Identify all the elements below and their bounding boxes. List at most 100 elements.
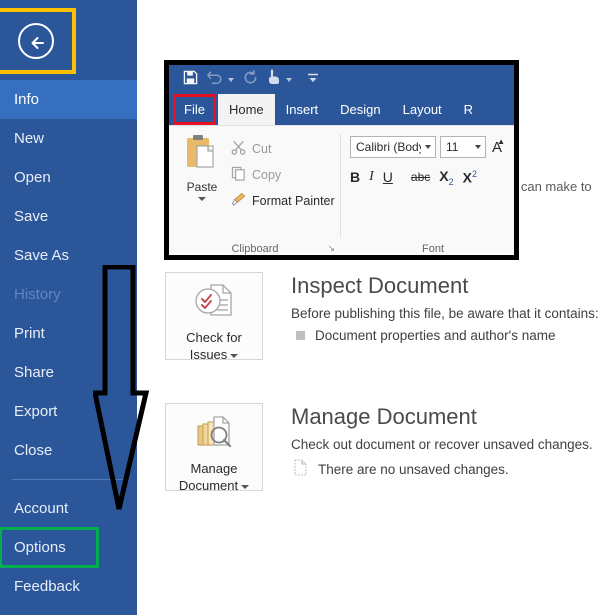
sidebar-item-label: Save — [14, 208, 49, 225]
backstage-main-panel: e can make to Check for Issues Inspect D… — [137, 0, 608, 615]
format-painter-button[interactable]: Format Painter — [231, 188, 335, 214]
font-size-combobox[interactable]: 11 — [440, 136, 486, 158]
chevron-down-icon[interactable] — [241, 484, 250, 489]
tab-design[interactable]: Design — [329, 94, 391, 125]
sidebar-item-label: History — [14, 286, 61, 303]
bold-button[interactable]: B — [350, 169, 360, 185]
manage-document-description: Check out document or recover unsaved ch… — [291, 437, 593, 452]
font-group: Calibri (Body) 11 A▲ B I — [342, 126, 514, 255]
superscript-sup: 2 — [471, 169, 477, 180]
font-group-label: Font — [421, 243, 444, 255]
background-body-text: e can make to — [510, 179, 592, 194]
clipboard-commands: Cut Copy Format Painter — [231, 136, 335, 214]
up-arrow-icon: ▲ — [497, 136, 506, 146]
ribbon-tab-strip: File Home Insert Design Layout R — [169, 94, 514, 125]
undo-icon[interactable] — [207, 70, 223, 90]
cut-button[interactable]: Cut — [231, 136, 335, 162]
inspect-document-text: Inspect Document Before publishing this … — [291, 272, 608, 343]
customize-qat-icon[interactable] — [307, 71, 319, 89]
chevron-down-icon[interactable] — [230, 353, 239, 358]
copy-label: Copy — [252, 168, 282, 182]
square-bullet-icon — [296, 331, 305, 340]
save-icon[interactable] — [183, 70, 198, 90]
sidebar-item-label: Print — [14, 325, 45, 342]
clipboard-dialog-launcher-icon[interactable]: ↘ — [327, 243, 335, 254]
sidebar-item-close[interactable]: Close — [0, 431, 137, 470]
subscript-base: X — [439, 168, 449, 184]
tab-layout[interactable]: Layout — [392, 94, 453, 125]
tab-file-label: File — [184, 102, 205, 117]
sidebar-item-new[interactable]: New — [0, 119, 137, 158]
tab-insert[interactable]: Insert — [275, 94, 330, 125]
superscript-button[interactable]: X2 — [463, 169, 477, 186]
tab-insert-label: Insert — [285, 102, 319, 117]
scissors-icon — [231, 140, 246, 158]
font-name-combobox[interactable]: Calibri (Body) — [350, 136, 436, 158]
font-row-bottom: B I U abc X2 X2 — [350, 168, 477, 187]
check-for-issues-label: Check for Issues — [186, 329, 242, 363]
sidebar-item-export[interactable]: Export — [0, 392, 137, 431]
font-row-top: Calibri (Body) 11 A▲ — [350, 136, 506, 158]
font-size-value: 11 — [446, 140, 459, 154]
paintbrush-icon — [231, 192, 246, 210]
paste-button[interactable]: Paste — [177, 134, 227, 201]
clipboard-group: Paste Cut Copy Format Painter Clipboard … — [169, 126, 341, 255]
sidebar-item-label: New — [14, 130, 45, 147]
back-button-region — [0, 8, 76, 74]
sidebar-item-info[interactable]: Info — [0, 80, 137, 119]
tab-home[interactable]: Home — [217, 94, 275, 125]
redo-icon[interactable] — [243, 69, 258, 90]
sidebar-item-account[interactable]: Account — [0, 489, 137, 528]
sidebar-item-label: Feedback — [14, 578, 80, 595]
manage-document-text: Manage Document Check out document or re… — [291, 403, 608, 479]
manage-document-title: Manage Document — [291, 404, 477, 429]
paste-label: Paste — [186, 180, 218, 194]
chevron-down-icon[interactable] — [475, 145, 481, 149]
sidebar-item-open[interactable]: Open — [0, 158, 137, 197]
sidebar-item-label: Open — [14, 169, 51, 186]
clipboard-group-label: Clipboard — [231, 243, 279, 255]
underline-button[interactable]: U — [383, 169, 393, 185]
chevron-down-icon[interactable] — [198, 197, 206, 201]
touch-mode-dropdown-icon[interactable] — [286, 77, 292, 82]
tab-design-label: Design — [340, 102, 381, 117]
manage-document-button[interactable]: Manage Document — [165, 403, 263, 494]
strikethrough-button[interactable]: abc — [411, 170, 430, 184]
chevron-down-icon[interactable] — [425, 145, 431, 149]
check-for-issues-button[interactable]: Check for Issues — [165, 272, 263, 363]
sidebar-item-label: Close — [14, 442, 53, 459]
sidebar-item-print[interactable]: Print — [0, 314, 137, 353]
sidebar-item-options[interactable]: Options — [0, 527, 99, 568]
inspect-document-title: Inspect Document — [291, 273, 469, 298]
back-button-highlight-box — [0, 8, 76, 74]
undo-dropdown-icon[interactable] — [228, 77, 234, 82]
font-name-value: Calibri (Body) — [356, 140, 421, 154]
sidebar-item-share[interactable]: Share — [0, 353, 137, 392]
sidebar-item-label: Info — [14, 91, 40, 108]
sidebar-item-save-as[interactable]: Save As — [0, 236, 137, 275]
sidebar-item-feedback[interactable]: Feedback — [0, 567, 137, 606]
backstage-sidebar: Info New Open Save Save As History Print… — [0, 0, 137, 615]
list-item: Document properties and author's name — [291, 328, 608, 343]
tab-file[interactable]: File — [173, 94, 216, 125]
paste-icon — [184, 135, 220, 178]
grow-font-button[interactable]: A ▲ — [490, 136, 506, 156]
tab-references[interactable]: R — [453, 94, 484, 125]
sidebar-item-label: Export — [14, 403, 58, 420]
manage-document-label-line2: Document — [178, 478, 239, 493]
format-painter-label: Format Painter — [252, 194, 335, 208]
touch-mode-icon[interactable] — [267, 69, 281, 90]
sidebar-item-save[interactable]: Save — [0, 197, 137, 236]
subscript-button[interactable]: X2 — [439, 168, 453, 187]
backstage-nav: Info New Open Save Save As History Print… — [0, 80, 137, 606]
manage-document-label: Manage Document — [178, 460, 250, 494]
manage-bullet-text: There are no unsaved changes. — [318, 461, 509, 477]
copy-button[interactable]: Copy — [231, 162, 335, 188]
superscript-base: X — [462, 169, 472, 186]
sidebar-item-label: Options — [14, 539, 66, 556]
italic-button[interactable]: I — [369, 169, 374, 185]
sidebar-item-label: Account — [14, 500, 69, 517]
check-for-issues-label-line2: Issues — [189, 347, 228, 362]
manage-document-icon — [192, 413, 236, 456]
tab-references-label: R — [463, 102, 474, 117]
